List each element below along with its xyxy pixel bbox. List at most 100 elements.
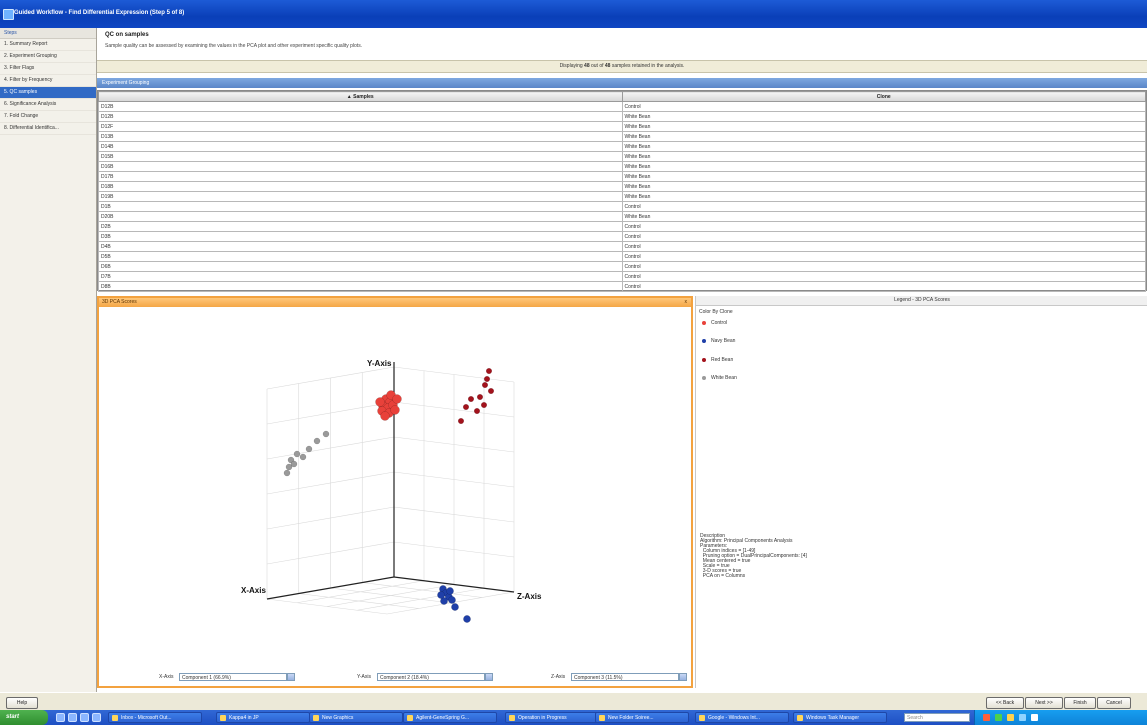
column-header-samples[interactable]: ▲ Samples xyxy=(98,91,623,102)
table-row[interactable]: D8B Control xyxy=(98,281,1146,292)
pca-point[interactable] xyxy=(313,437,321,445)
x-axis-dropdown-icon[interactable] xyxy=(287,673,295,681)
tray-network-icon[interactable] xyxy=(995,714,1002,721)
x-axis-select[interactable]: Component 1 (66.9%) xyxy=(179,673,287,681)
taskbar-task-button[interactable]: Inbox - Microsoft Out... xyxy=(108,712,202,723)
step-filter-flags[interactable]: 3. Filter Flags xyxy=(0,63,96,75)
pca-point[interactable] xyxy=(462,403,470,411)
pca-point[interactable] xyxy=(481,381,489,389)
table-row[interactable]: D19B White Bean xyxy=(98,191,1146,202)
pca-point[interactable] xyxy=(463,615,471,623)
quicklaunch-ie-icon[interactable] xyxy=(56,713,65,722)
table-row[interactable]: D12B Control xyxy=(98,101,1146,112)
table-row[interactable]: D12F White Bean xyxy=(98,121,1146,132)
taskbar-search-input[interactable]: Search xyxy=(904,713,970,722)
taskbar-task-button[interactable]: Agilent-GeneSpring G... xyxy=(403,712,497,723)
pca-point[interactable] xyxy=(467,395,475,403)
z-axis-dropdown-icon[interactable] xyxy=(679,673,687,681)
step-qc-samples[interactable]: 5. QC samples xyxy=(0,87,96,99)
pca-point[interactable] xyxy=(283,469,291,477)
task-app-icon xyxy=(509,715,515,721)
step-fold-change[interactable]: 7. Fold Change xyxy=(0,111,96,123)
table-row[interactable]: D16B White Bean xyxy=(98,161,1146,172)
cancel-button[interactable]: Cancel xyxy=(1097,697,1131,709)
pca-3d-scatter-plot[interactable]: Y-Axis X-Axis Z-Axis xyxy=(99,307,691,669)
table-row[interactable]: D15B White Bean xyxy=(98,151,1146,162)
taskbar-task-button[interactable]: Windows Task Manager xyxy=(793,712,887,723)
qc-description: Sample quality can be assessed by examin… xyxy=(105,43,363,49)
step-differential-identification[interactable]: 8. Differential Identifica... xyxy=(0,123,96,135)
step-summary-report[interactable]: 1. Summary Report xyxy=(0,39,96,51)
quicklaunch-app-icon[interactable] xyxy=(92,713,101,722)
table-row[interactable]: D6B Control xyxy=(98,261,1146,272)
table-row[interactable]: D17B White Bean xyxy=(98,171,1146,182)
back-button[interactable]: << Back xyxy=(986,697,1024,709)
table-row[interactable]: D18B White Bean xyxy=(98,181,1146,192)
table-row[interactable]: D20B White Bean xyxy=(98,211,1146,222)
tray-security-icon[interactable] xyxy=(983,714,990,721)
pca-point[interactable] xyxy=(380,411,390,421)
legend-item-navy-bean[interactable]: Navy Bean xyxy=(702,337,735,345)
table-row[interactable]: D3B Control xyxy=(98,231,1146,242)
pca-point[interactable] xyxy=(375,397,385,407)
pca-point[interactable] xyxy=(299,453,307,461)
pca-description: Description Algorithm: Principal Compone… xyxy=(700,533,807,579)
pca-point[interactable] xyxy=(476,393,484,401)
table-row[interactable]: D4B Control xyxy=(98,241,1146,252)
pca-point[interactable] xyxy=(305,445,313,453)
sample-cell: D7B xyxy=(98,271,623,282)
table-row[interactable]: D14B White Bean xyxy=(98,141,1146,152)
task-app-icon xyxy=(220,715,226,721)
pca-point[interactable] xyxy=(322,430,330,438)
pca-point[interactable] xyxy=(448,596,456,604)
pca-point[interactable] xyxy=(390,405,400,415)
sample-cell: D2B xyxy=(98,221,623,232)
pca-point[interactable] xyxy=(290,460,298,468)
taskbar-task-button[interactable]: Google - Windows Int... xyxy=(695,712,789,723)
pca-point[interactable] xyxy=(293,450,301,458)
quicklaunch-desktop-icon[interactable] xyxy=(80,713,89,722)
step-experiment-grouping[interactable]: 2. Experiment Grouping xyxy=(0,51,96,63)
pca-point[interactable] xyxy=(437,591,445,599)
clone-cell: Control xyxy=(621,271,1146,282)
tray-volume-icon[interactable] xyxy=(1019,714,1026,721)
table-row[interactable]: D13B White Bean xyxy=(98,131,1146,142)
tray-device-icon[interactable] xyxy=(1031,714,1038,721)
legend-item-red-bean[interactable]: Red Bean xyxy=(702,356,733,364)
pca-point[interactable] xyxy=(483,375,491,383)
table-row[interactable]: D2B Control xyxy=(98,221,1146,232)
taskbar-task-button[interactable]: New Folder Soiree... xyxy=(595,712,689,723)
legend-item-white-bean[interactable]: White Bean xyxy=(702,374,737,382)
pca-point[interactable] xyxy=(457,417,465,425)
y-axis-select[interactable]: Component 2 (18.4%) xyxy=(377,673,485,681)
table-row[interactable]: D12B White Bean xyxy=(98,111,1146,122)
finish-button[interactable]: Finish xyxy=(1064,697,1096,709)
pca-point[interactable] xyxy=(446,587,454,595)
table-row[interactable]: D7B Control xyxy=(98,271,1146,282)
table-row[interactable]: D1B Control xyxy=(98,201,1146,212)
column-header-clone[interactable]: Clone xyxy=(621,91,1146,102)
help-button[interactable]: Help xyxy=(6,697,38,709)
clone-cell: Control xyxy=(621,221,1146,232)
task-app-icon xyxy=(599,715,605,721)
pca-point[interactable] xyxy=(480,401,488,409)
z-axis-select[interactable]: Component 3 (11.5%) xyxy=(571,673,679,681)
y-axis-dropdown-icon[interactable] xyxy=(485,673,493,681)
pca-point[interactable] xyxy=(392,394,402,404)
pca-point[interactable] xyxy=(451,603,459,611)
taskbar-task-button[interactable]: New Graphics xyxy=(309,712,403,723)
step-significance-analysis[interactable]: 6. Significance Analysis xyxy=(0,99,96,111)
legend-item-control[interactable]: Control xyxy=(702,319,727,327)
pca-point[interactable] xyxy=(487,387,495,395)
table-row[interactable]: D5B Control xyxy=(98,251,1146,262)
pca-point[interactable] xyxy=(485,367,493,375)
quicklaunch-outlook-icon[interactable] xyxy=(68,713,77,722)
tray-alert-icon[interactable] xyxy=(1007,714,1014,721)
start-button[interactable]: start xyxy=(0,710,48,725)
taskbar-task-button[interactable]: Kappa4 in JP xyxy=(216,712,310,723)
taskbar-task-button[interactable]: Operation in Progress xyxy=(505,712,599,723)
pca-panel-close-icon[interactable]: x xyxy=(685,298,688,307)
step-filter-by-frequency[interactable]: 4. Filter by Frequency xyxy=(0,75,96,87)
next-button[interactable]: Next >> xyxy=(1025,697,1063,709)
pca-point[interactable] xyxy=(473,407,481,415)
